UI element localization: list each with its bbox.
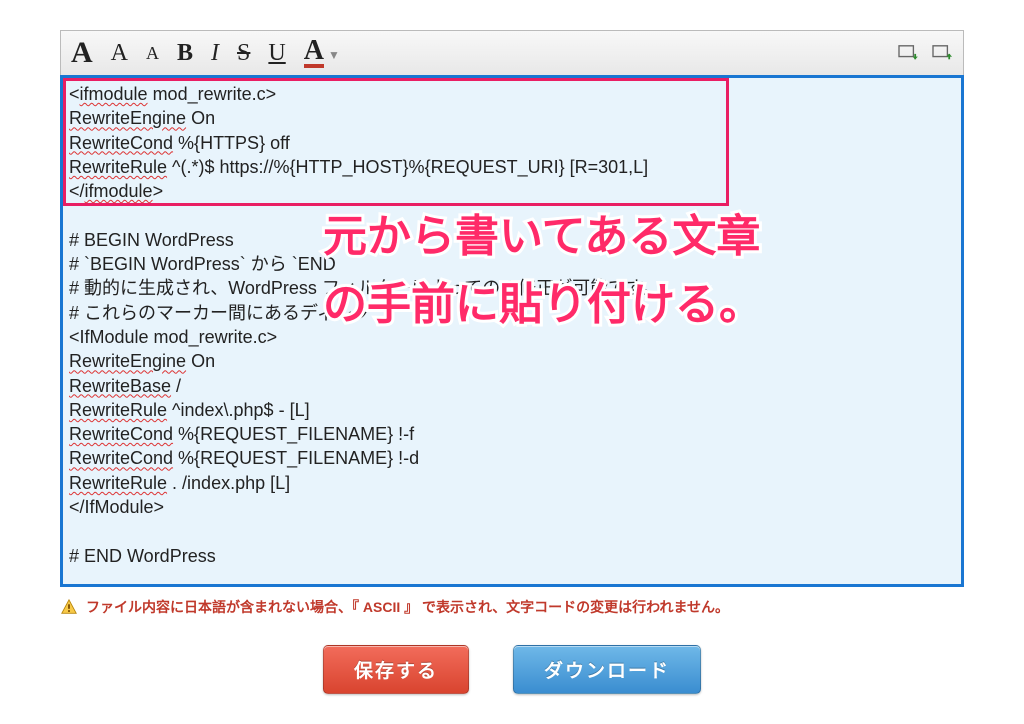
font-size-medium-button[interactable]: A: [111, 40, 128, 67]
editor-toolbar: A A A B I S U A ▼: [60, 30, 964, 75]
import-icon[interactable]: [897, 44, 919, 62]
underline-button[interactable]: U: [268, 40, 285, 67]
bold-button[interactable]: B: [177, 40, 193, 67]
editor-container: <ifmodule mod_rewrite.c> RewriteEngine O…: [60, 75, 964, 587]
code-editor[interactable]: <ifmodule mod_rewrite.c> RewriteEngine O…: [63, 78, 961, 584]
download-button[interactable]: ダウンロード: [513, 645, 701, 694]
export-icon[interactable]: [931, 44, 953, 62]
font-size-large-button[interactable]: A: [71, 36, 93, 70]
warning-icon: [60, 598, 78, 616]
italic-button[interactable]: I: [211, 40, 219, 67]
warning-text: ファイル内容に日本語が含まれない場合、『 ASCII 』 で表示され、文字コード…: [86, 597, 729, 617]
button-row: 保存する ダウンロード: [60, 645, 964, 694]
text-color-button[interactable]: A ▼: [304, 38, 340, 67]
chevron-down-icon: ▼: [328, 48, 340, 63]
warning-message: ファイル内容に日本語が含まれない場合、『 ASCII 』 で表示され、文字コード…: [60, 597, 964, 617]
font-size-small-button[interactable]: A: [146, 43, 159, 64]
save-button[interactable]: 保存する: [323, 645, 469, 694]
text-color-letter: A: [304, 38, 324, 67]
toolbar-left-group: A A A B I S U A ▼: [71, 36, 340, 70]
toolbar-right-group: [897, 44, 953, 62]
strikethrough-button[interactable]: S: [237, 40, 250, 67]
